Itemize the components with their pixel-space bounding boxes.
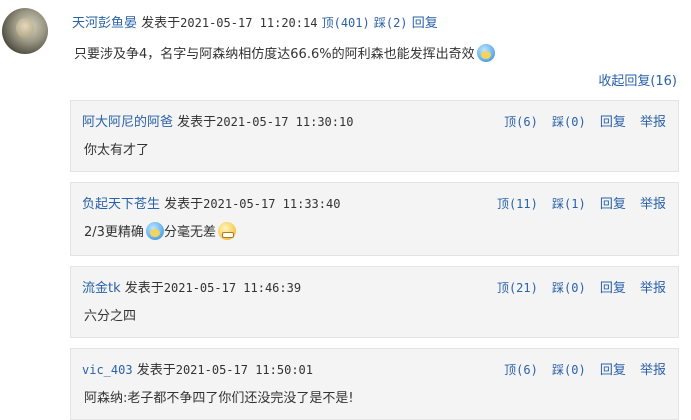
reply-author-link[interactable]: 阿大阿尼的阿爸 xyxy=(82,115,173,130)
reply-timestamp: 2021-05-17 11:33:40 xyxy=(203,197,341,211)
main-posted-label: 发表于 xyxy=(141,16,181,31)
grin-face-icon xyxy=(217,222,236,240)
reply-timestamp: 2021-05-17 11:50:01 xyxy=(175,363,314,377)
reply-reply-button[interactable]: 回复 xyxy=(600,363,626,378)
reply-posted-label: 发表于 xyxy=(136,363,176,378)
reply-downvote-button[interactable]: 踩(0) xyxy=(552,363,586,377)
main-comment-text: 只要涉及争4，名字与阿森纳相仿度达66.6%的阿利森也能发挥出奇效 xyxy=(74,47,475,62)
main-comment-header: 天河彭鱼晏 发表于2021-05-17 11:20:14 顶(401) 踩(2)… xyxy=(72,12,438,31)
reply-text: 阿森纳:老子都不争四了你们还没完没了是不是! xyxy=(84,391,354,406)
main-timestamp: 2021-05-17 11:20:14 xyxy=(180,16,318,30)
blue-face-icon xyxy=(145,222,164,240)
reply-text: 六分之四 xyxy=(84,309,137,324)
reply-posted-label: 发表于 xyxy=(124,281,164,296)
main-author-link[interactable]: 天河彭鱼晏 xyxy=(72,16,137,31)
reply-text-part: 2/3更精确 xyxy=(84,225,144,240)
reply-reply-button[interactable]: 回复 xyxy=(600,115,626,130)
main-downvote-button[interactable]: 踩(2) xyxy=(374,16,408,30)
collapse-replies-link[interactable]: 收起回复(16) xyxy=(598,70,677,89)
main-comment-body: 只要涉及争4，名字与阿森纳相仿度达66.6%的阿利森也能发挥出奇效 xyxy=(74,43,495,62)
reply-reply-button[interactable]: 回复 xyxy=(600,197,626,212)
reply-upvote-button[interactable]: 顶(11) xyxy=(497,197,538,211)
reply-downvote-button[interactable]: 踩(0) xyxy=(552,281,586,295)
reply-upvote-button[interactable]: 顶(6) xyxy=(504,115,538,129)
reply-item: 负起天下苍生 发表于2021-05-17 11:33:40 顶(11) 踩(1)… xyxy=(70,182,679,256)
reply-text: 2/3更精确 分毫无差 xyxy=(84,221,236,240)
reply-downvote-button[interactable]: 踩(0) xyxy=(552,115,586,129)
reply-text-part: 分毫无差 xyxy=(163,225,216,240)
reply-upvote-button[interactable]: 顶(6) xyxy=(504,363,538,377)
reply-report-button[interactable]: 举报 xyxy=(640,115,666,130)
reply-timestamp: 2021-05-17 11:30:10 xyxy=(216,115,354,129)
avatar[interactable] xyxy=(2,8,48,54)
reply-report-button[interactable]: 举报 xyxy=(640,363,666,378)
reply-posted-label: 发表于 xyxy=(164,197,204,212)
reply-item: vic_403 发表于2021-05-17 11:50:01 顶(6) 踩(0)… xyxy=(70,348,679,420)
main-upvote-button[interactable]: 顶(401) xyxy=(322,16,370,30)
reply-item: 流金tk 发表于2021-05-17 11:46:39 顶(21) 踩(0) 回… xyxy=(70,266,679,338)
reply-report-button[interactable]: 举报 xyxy=(640,281,666,296)
reply-text: 你太有才了 xyxy=(84,143,150,158)
reply-downvote-button[interactable]: 踩(1) xyxy=(552,197,586,211)
reply-author-link[interactable]: vic_403 xyxy=(82,363,133,377)
blue-face-icon xyxy=(476,44,495,62)
reply-posted-label: 发表于 xyxy=(177,115,217,130)
reply-report-button[interactable]: 举报 xyxy=(640,197,666,212)
main-reply-button[interactable]: 回复 xyxy=(412,16,438,31)
avatar-face xyxy=(16,18,34,38)
reply-reply-button[interactable]: 回复 xyxy=(600,281,626,296)
reply-item: 阿大阿尼的阿爸 发表于2021-05-17 11:30:10 顶(6) 踩(0)… xyxy=(70,100,679,172)
reply-timestamp: 2021-05-17 11:46:39 xyxy=(163,281,302,295)
reply-author-link[interactable]: 负起天下苍生 xyxy=(82,197,160,212)
reply-author-link[interactable]: 流金tk xyxy=(82,281,121,296)
reply-upvote-button[interactable]: 顶(21) xyxy=(497,281,538,295)
